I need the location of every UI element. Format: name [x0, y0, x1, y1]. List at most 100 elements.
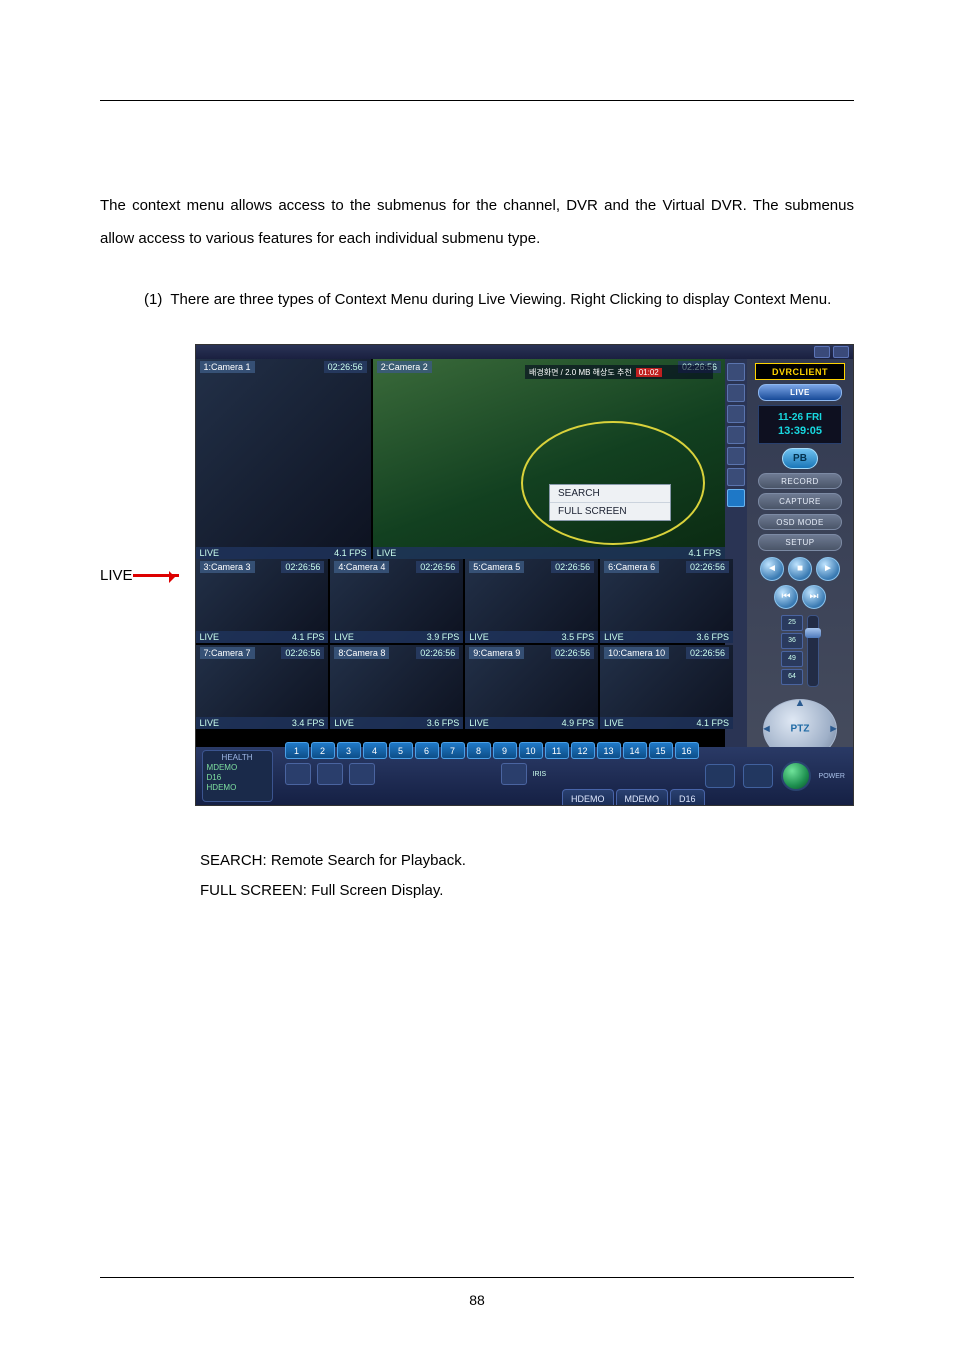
- stop-icon[interactable]: ■: [788, 557, 812, 581]
- tile-fps: 3.9 FPS: [427, 632, 460, 642]
- record-button[interactable]: RECORD: [758, 473, 842, 489]
- channel-button-6[interactable]: 6: [415, 742, 439, 759]
- channel-button-5[interactable]: 5: [389, 742, 413, 759]
- layout-9-icon[interactable]: [727, 447, 745, 465]
- list-text: There are three types of Context Menu du…: [170, 283, 854, 316]
- camera-tile-2[interactable]: 2:Camera 2 02:26:56 배경화면 / 2.0 MB 해상도 추천…: [373, 359, 725, 559]
- layout-4-icon[interactable]: [727, 384, 745, 402]
- layout-10-icon[interactable]: [727, 468, 745, 486]
- forward-icon[interactable]: ⏭: [802, 585, 826, 609]
- grid-option[interactable]: 64: [781, 669, 803, 685]
- grid-option[interactable]: 36: [781, 633, 803, 649]
- camera-tile-8[interactable]: 8:Camera 802:26:56LIVE3.6 FPS: [330, 645, 463, 729]
- volume-slider[interactable]: [807, 615, 819, 687]
- screenshot-figure: 1:Camera 1 02:26:56 LIVE4.1 FPS 2:Camera…: [195, 344, 854, 806]
- channel-button-13[interactable]: 13: [597, 742, 621, 759]
- tile-fps: 3.4 FPS: [292, 718, 325, 728]
- camera-tile-4[interactable]: 4:Camera 402:26:56LIVE3.9 FPS: [330, 559, 463, 643]
- dock-right-button[interactable]: [705, 764, 735, 788]
- arrow-icon: [133, 574, 179, 577]
- ptz-up-icon[interactable]: ▲: [795, 697, 806, 709]
- tile-live: LIVE: [469, 718, 489, 728]
- tile-header: 6:Camera 6: [604, 561, 659, 573]
- health-line: D16: [207, 773, 268, 782]
- dvr-tab[interactable]: HDEMO: [562, 789, 614, 806]
- numbered-list: (1) There are three types of Context Men…: [144, 283, 854, 316]
- channel-button-16[interactable]: 16: [675, 742, 699, 759]
- dvr-tab[interactable]: D16: [670, 789, 705, 806]
- context-menu: SEARCH FULL SCREEN: [549, 484, 671, 521]
- capture-button[interactable]: CAPTURE: [758, 493, 842, 509]
- iris-icon[interactable]: [501, 763, 527, 785]
- grid-option[interactable]: 25: [781, 615, 803, 631]
- health-label: HEALTH: [207, 753, 268, 762]
- layout-6-icon[interactable]: [727, 405, 745, 423]
- camera-tile-3[interactable]: 3:Camera 302:26:56LIVE4.1 FPS: [196, 559, 329, 643]
- layout-8-icon[interactable]: [727, 426, 745, 444]
- rewind-icon[interactable]: ⏮: [774, 585, 798, 609]
- tile-fps: 3.5 FPS: [562, 632, 595, 642]
- tile-live: LIVE: [469, 632, 489, 642]
- camera-tile-10[interactable]: 10:Camera 1002:26:56LIVE4.1 FPS: [600, 645, 733, 729]
- overlay-scorebar: 배경화면 / 2.0 MB 해상도 추천 01:02: [525, 365, 713, 379]
- ptz-left-icon[interactable]: ◄: [761, 723, 772, 735]
- sidebar: DVRCLIENT LIVE 11-26 FRI 13:39:05 PB REC…: [747, 359, 853, 805]
- context-menu-fullscreen[interactable]: FULL SCREEN: [550, 503, 670, 520]
- prev-icon[interactable]: ◄: [760, 557, 784, 581]
- camera-tile-6[interactable]: 6:Camera 602:26:56LIVE3.6 FPS: [600, 559, 733, 643]
- health-line: HDEMO: [207, 783, 268, 792]
- camera-tile-9[interactable]: 9:Camera 902:26:56LIVE4.9 FPS: [465, 645, 598, 729]
- clock-time: 13:39:05: [778, 425, 822, 437]
- dvr-tab[interactable]: MDEMO: [616, 789, 669, 806]
- channel-button-3[interactable]: 3: [337, 742, 361, 759]
- osd-mode-button[interactable]: OSD MODE: [758, 514, 842, 530]
- power-icon[interactable]: [781, 761, 811, 791]
- channel-button-12[interactable]: 12: [571, 742, 595, 759]
- channel-button-4[interactable]: 4: [363, 742, 387, 759]
- close-icon[interactable]: [833, 346, 849, 358]
- tile-header: 4:Camera 4: [334, 561, 389, 573]
- live-button[interactable]: LIVE: [758, 384, 842, 400]
- tile-timestamp: 02:26:56: [281, 561, 324, 573]
- health-panel: HEALTH MDEMO D16 HDEMO: [202, 750, 273, 802]
- channel-button-11[interactable]: 11: [545, 742, 569, 759]
- transport-controls: ◄ ■ ► ⏮ ⏭: [759, 557, 841, 609]
- tile-live: LIVE: [604, 632, 624, 642]
- channel-button-7[interactable]: 7: [441, 742, 465, 759]
- ptz-right-icon[interactable]: ►: [828, 723, 839, 735]
- footer-rule: [100, 1277, 854, 1278]
- channel-button-1[interactable]: 1: [285, 742, 309, 759]
- channel-button-8[interactable]: 8: [467, 742, 491, 759]
- next-icon[interactable]: ►: [816, 557, 840, 581]
- channel-button-9[interactable]: 9: [493, 742, 517, 759]
- context-menu-search[interactable]: SEARCH: [550, 485, 670, 503]
- bottom-dock: HEALTH MDEMO D16 HDEMO 12345678910111213…: [196, 747, 853, 805]
- dock-tool-icon[interactable]: [317, 763, 343, 785]
- window-titlebar: [196, 345, 853, 359]
- slider-thumb-icon[interactable]: [805, 628, 821, 638]
- setup-button[interactable]: SETUP: [758, 534, 842, 550]
- channel-button-10[interactable]: 10: [519, 742, 543, 759]
- tile-live: LIVE: [200, 632, 220, 642]
- tile-fps: 4.1 FPS: [688, 548, 721, 558]
- playback-button[interactable]: PB: [782, 448, 818, 469]
- layout-1-icon[interactable]: [727, 363, 745, 381]
- camera-tile-5[interactable]: 5:Camera 502:26:56LIVE3.5 FPS: [465, 559, 598, 643]
- camera-tile-1[interactable]: 1:Camera 1 02:26:56 LIVE4.1 FPS: [196, 359, 371, 559]
- tile-fps: 4.1 FPS: [292, 632, 325, 642]
- minimize-icon[interactable]: [814, 346, 830, 358]
- intro-paragraph: The context menu allows access to the su…: [100, 189, 854, 255]
- dock-tool-icon[interactable]: [349, 763, 375, 785]
- grid-option[interactable]: 49: [781, 651, 803, 667]
- dock-right-button[interactable]: [743, 764, 773, 788]
- dock-tool-icon[interactable]: [285, 763, 311, 785]
- layout-16-icon[interactable]: [727, 489, 745, 507]
- tile-live: LIVE: [334, 718, 354, 728]
- channel-button-15[interactable]: 15: [649, 742, 673, 759]
- channel-button-14[interactable]: 14: [623, 742, 647, 759]
- channel-button-2[interactable]: 2: [311, 742, 335, 759]
- tile-timestamp: 02:26:56: [551, 561, 594, 573]
- camera-tile-7[interactable]: 7:Camera 702:26:56LIVE3.4 FPS: [196, 645, 329, 729]
- list-number: (1): [144, 283, 162, 316]
- tile-fps: 4.1 FPS: [334, 548, 367, 558]
